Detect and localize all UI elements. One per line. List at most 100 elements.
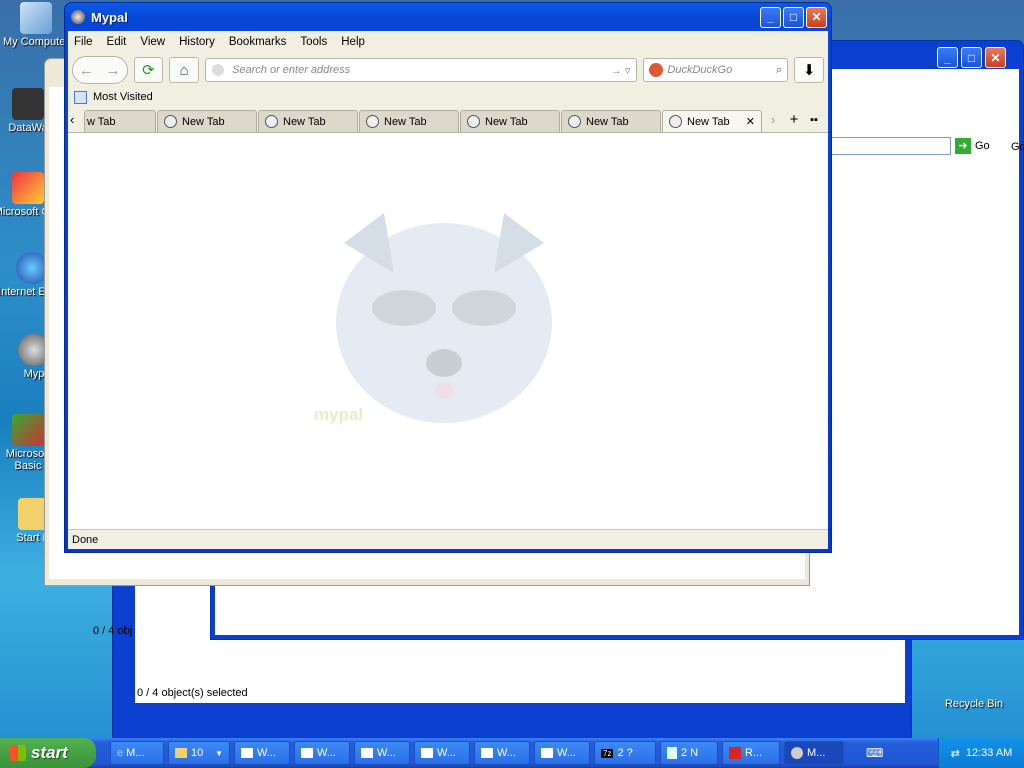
new-tab-plus-icon[interactable]: +	[783, 111, 805, 128]
downloads-button[interactable]: ⬇	[794, 57, 825, 83]
all-tabs-icon[interactable]: ▪▪	[805, 114, 823, 126]
raccoon-app-icon	[71, 10, 85, 24]
window-icon	[421, 748, 433, 758]
search-bar[interactable]: DuckDuckGo ⌕	[643, 58, 789, 82]
mypal-raccoon-logo	[336, 213, 552, 423]
close-button[interactable]: ✕	[806, 6, 827, 28]
go-label: Go	[975, 140, 990, 152]
tab-label: New Tab	[283, 115, 326, 128]
tab-label: w Tab	[87, 115, 116, 128]
go-arrow-icon[interactable]: → ▿	[611, 64, 631, 77]
app-shortcut-icon	[12, 88, 44, 120]
taskbar-item-r[interactable]: R...	[722, 741, 780, 765]
taskbar-item-folders[interactable]: 10 ▼	[168, 741, 230, 765]
minimize-button[interactable]: _	[937, 47, 958, 68]
globe-icon	[164, 115, 177, 128]
mypal-logo-text: mypal	[314, 405, 364, 424]
taskbar-item-window-2[interactable]: W...	[294, 741, 350, 765]
search-icon[interactable]: ⌕	[776, 64, 782, 77]
tab-new-tab-5[interactable]: New Tab	[460, 110, 560, 132]
globe-icon	[265, 115, 278, 128]
chevron-down-icon: ▼	[215, 748, 223, 758]
taskbar-item-label: W...	[377, 747, 396, 759]
desktop-icon-label: Recycle Bin	[944, 698, 1004, 710]
folder-icon	[175, 748, 187, 758]
desktop-icon-label: Myp	[23, 368, 45, 380]
menu-file[interactable]: File	[74, 36, 93, 48]
taskbar-item-window-4[interactable]: W...	[414, 741, 470, 765]
taskbar-item-label: 10	[191, 747, 204, 759]
reload-icon: ⟳	[142, 62, 155, 79]
taskbar: start e M... 10 ▼ W... W... W... W... W...…	[0, 738, 1024, 768]
clock[interactable]: 12:33 AM	[966, 747, 1012, 759]
tab-label: New Tab	[586, 115, 629, 128]
globe-icon	[568, 115, 581, 128]
ie-icon: e	[117, 747, 124, 759]
page-content: mypal	[68, 133, 828, 529]
tab-new-tab-3[interactable]: New Tab	[258, 110, 358, 132]
taskbar-item-7zip[interactable]: 7z 2 ?	[594, 741, 656, 765]
raccoon-icon	[791, 747, 803, 759]
cpp-icon	[12, 172, 44, 204]
download-arrow-icon: ⬇	[802, 62, 816, 79]
globe-icon	[467, 115, 480, 128]
taskbar-item-notepad[interactable]: 2 N	[660, 741, 718, 765]
address-dropdown[interactable]	[831, 137, 951, 155]
taskbar-item-mypal[interactable]: M...	[784, 741, 844, 765]
menu-bookmarks[interactable]: Bookmarks	[229, 36, 287, 48]
tab-label: New Tab	[485, 115, 528, 128]
menu-history[interactable]: History	[179, 36, 215, 48]
menu-help[interactable]: Help	[341, 36, 365, 48]
tab-new-tab-4[interactable]: New Tab	[359, 110, 459, 132]
tab-strip: ‹ w Tab New Tab New Tab New Tab New Tab …	[68, 107, 828, 133]
tab-scroll-right-icon[interactable]: ›	[763, 112, 783, 127]
reload-button[interactable]: ⟳	[133, 57, 164, 83]
title-bar[interactable]: Mypal _ □ ✕	[65, 3, 831, 31]
tab-new-tab-1[interactable]: w Tab	[84, 110, 156, 132]
forward-arrow-icon[interactable]: →	[106, 62, 121, 79]
most-visited-bookmark[interactable]: Most Visited	[93, 91, 153, 103]
desktop-icon-my-computer[interactable]: My Computer	[0, 2, 72, 48]
close-tab-icon[interactable]: ✕	[746, 115, 755, 128]
red-cube-icon	[729, 747, 741, 759]
bookmarks-toolbar: Most Visited	[68, 87, 828, 107]
tab-new-tab-6[interactable]: New Tab	[561, 110, 661, 132]
address-bar[interactable]: Search or enter address → ▿	[205, 58, 638, 82]
menu-edit[interactable]: Edit	[107, 36, 127, 48]
taskbar-item-label: 2 ?	[617, 747, 633, 759]
network-icon[interactable]: ⇄	[951, 747, 960, 760]
taskbar-item-label: M...	[807, 747, 826, 759]
mypal-window[interactable]: Mypal _ □ ✕ File Edit View History Bookm…	[64, 2, 832, 553]
tab-new-tab-active[interactable]: New Tab ✕	[662, 110, 762, 132]
search-placeholder: DuckDuckGo	[667, 64, 733, 76]
back-arrow-icon[interactable]: ←	[79, 62, 94, 79]
status-text: Done	[72, 533, 99, 546]
close-button[interactable]: ✕	[985, 47, 1006, 68]
maximize-button[interactable]: □	[783, 6, 804, 28]
most-visited-icon	[74, 90, 87, 104]
taskbar-item-window-1[interactable]: W...	[234, 741, 290, 765]
tab-label: New Tab	[384, 115, 427, 128]
taskbar-item-ie[interactable]: e M...	[110, 741, 164, 765]
start-button[interactable]: start	[0, 738, 96, 768]
minimize-button[interactable]: _	[760, 6, 781, 28]
menu-view[interactable]: View	[140, 36, 165, 48]
desktop-icon-recycle-bin[interactable]: Recycle Bin	[938, 664, 1010, 710]
taskbar-item-window-3[interactable]: W...	[354, 741, 410, 765]
maximize-button[interactable]: □	[961, 47, 982, 68]
taskbar-item-window-5[interactable]: W...	[474, 741, 530, 765]
window-icon	[301, 748, 313, 758]
back-forward-group: ← →	[72, 56, 128, 84]
home-button[interactable]: ⌂	[169, 57, 200, 83]
tab-scroll-left-icon[interactable]: ‹	[70, 112, 84, 127]
tab-label: New Tab	[182, 115, 225, 128]
keyboard-icon[interactable]: ⌨	[866, 746, 883, 760]
tab-new-tab-2[interactable]: New Tab	[157, 110, 257, 132]
notepad-icon	[667, 747, 677, 759]
taskbar-item-window-6[interactable]: W...	[534, 741, 590, 765]
menu-tools[interactable]: Tools	[300, 36, 327, 48]
go-label-secondary: Go	[1011, 141, 1024, 153]
go-button[interactable]: ➜ Go	[955, 137, 990, 155]
tab-label: New Tab	[687, 115, 730, 128]
taskbar-item-label: W...	[317, 747, 336, 759]
